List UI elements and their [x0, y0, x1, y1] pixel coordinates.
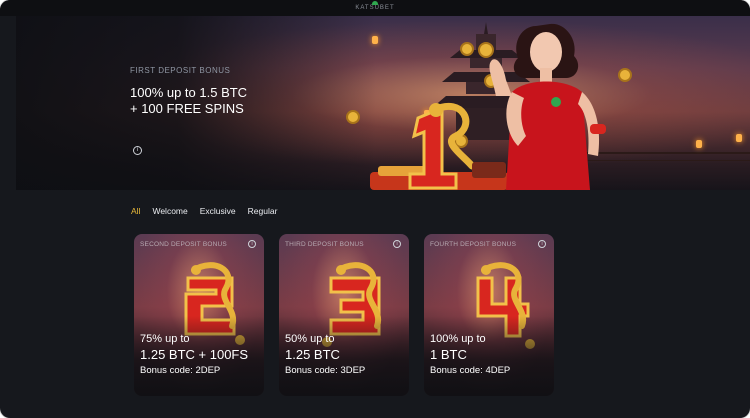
card-bonus-code: Bonus code: 2DEP [140, 365, 221, 376]
hero-title: 100% up to 1.5 BTC + 100 FREE SPINS [130, 85, 280, 117]
lantern-icon [736, 134, 742, 142]
card-text: 100% up to 1 BTC Bonus code: 4DEP [430, 332, 510, 378]
card-percent-line: 100% up to [430, 333, 486, 345]
card-text: 50% up to 1.25 BTC Bonus code: 3DEP [285, 332, 365, 378]
info-icon[interactable]: i [133, 146, 142, 155]
bonus-card-third-deposit[interactable]: THIRD DEPOSIT BONUS i 50% up to 1.25 BTC… [279, 234, 409, 396]
tab-exclusive[interactable]: Exclusive [200, 206, 236, 216]
bonus-card-fourth-deposit[interactable]: FOURTH DEPOSIT BONUS i 100% up to 1 BTC … [424, 234, 554, 396]
card-percent-line: 75% up to [140, 333, 190, 345]
card-bonus-code: Bonus code: 4DEP [430, 365, 511, 376]
top-bar: KATSUBET [0, 0, 750, 16]
card-text: 75% up to 1.25 BTC + 100FS Bonus code: 2… [140, 332, 248, 378]
logo-text: KATSUBET [355, 5, 395, 11]
card-percent-line: 50% up to [285, 333, 335, 345]
lantern-icon [372, 36, 378, 44]
card-label: SECOND DEPOSIT BONUS [140, 241, 227, 248]
card-amount-line: 1 BTC [430, 347, 467, 362]
hero-title-line2: + 100 FREE SPINS [130, 101, 244, 116]
info-icon[interactable]: i [538, 240, 546, 248]
tab-all[interactable]: All [131, 206, 140, 216]
site-logo[interactable]: KATSUBET [355, 1, 395, 11]
filter-tabs: All Welcome Exclusive Regular [131, 206, 277, 216]
bonus-card-second-deposit[interactable]: SECOND DEPOSIT BONUS i 75% up to 1.25 BT… [134, 234, 264, 396]
info-icon[interactable]: i [393, 240, 401, 248]
card-bonus-code: Bonus code: 3DEP [285, 365, 366, 376]
tab-regular[interactable]: Regular [248, 206, 278, 216]
hero-text-block: FIRST DEPOSIT BONUS 100% up to 1.5 BTC +… [130, 66, 280, 117]
lantern-icon [696, 140, 702, 148]
hero-kicker: FIRST DEPOSIT BONUS [130, 66, 231, 75]
card-label: FOURTH DEPOSIT BONUS [430, 241, 517, 248]
card-amount-line: 1.25 BTC [285, 347, 340, 362]
card-amount-line: 1.25 BTC + 100FS [140, 347, 249, 362]
hero-banner[interactable]: FIRST DEPOSIT BONUS 100% up to 1.5 BTC +… [16, 16, 750, 190]
app-window: KATSUBET FIRST DEPOSIT BONUS 100% up to … [0, 0, 750, 418]
info-icon[interactable]: i [248, 240, 256, 248]
tab-welcome[interactable]: Welcome [152, 206, 187, 216]
logo-mark-icon [371, 1, 378, 5]
card-label: THIRD DEPOSIT BONUS [285, 241, 364, 248]
coin-icon [346, 110, 360, 124]
hero-title-line1: 100% up to 1.5 BTC [130, 85, 248, 100]
character-illustration [478, 23, 606, 190]
